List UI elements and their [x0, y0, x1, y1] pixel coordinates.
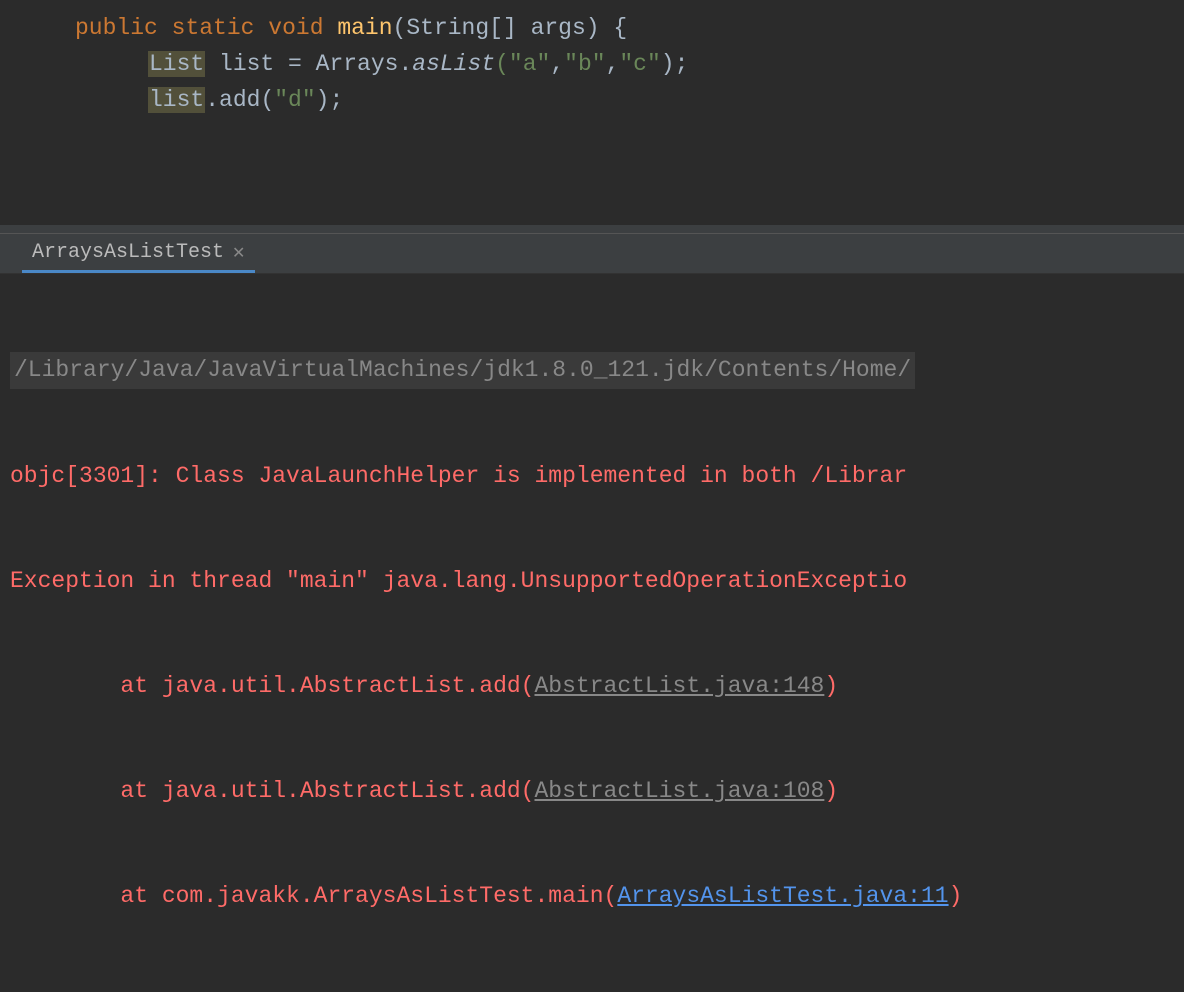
method-name: main	[337, 15, 392, 41]
command-path: /Library/Java/JavaVirtualMachines/jdk1.8…	[10, 352, 915, 389]
code-editor[interactable]: public static void main(String[] args) {…	[0, 0, 1184, 225]
code-line-2: List list = Arrays.asList("a","b","c");	[0, 46, 1184, 82]
console-output[interactable]: /Library/Java/JavaVirtualMachines/jdk1.8…	[0, 274, 1184, 992]
close-icon[interactable]: ✕	[232, 243, 245, 263]
stack-trace-2: at java.util.AbstractList.add(AbstractLi…	[10, 774, 1184, 809]
stack-trace-1: at java.util.AbstractList.add(AbstractLi…	[10, 669, 1184, 704]
code-line-1: public static void main(String[] args) {	[0, 10, 1184, 46]
console-tab-bar: ArraysAsListTest ✕	[0, 233, 1184, 274]
tab-label: ArraysAsListTest	[32, 241, 224, 264]
args-abc: ("a","b","c");	[495, 51, 688, 77]
code-line-3: list.add("d");	[0, 82, 1184, 118]
stack-link-2[interactable]: AbstractList.java:108	[535, 778, 825, 804]
keyword-static: static	[172, 15, 255, 41]
pane-divider[interactable]	[0, 225, 1184, 233]
method-add: .add	[205, 87, 260, 113]
keyword-void: void	[268, 15, 323, 41]
param-decl: String[] args	[406, 15, 585, 41]
args-d: ("d");	[260, 87, 343, 113]
stack-link-1[interactable]: AbstractList.java:148	[535, 673, 825, 699]
var-list: list	[148, 87, 205, 113]
console-err-line-1: objc[3301]: Class JavaLaunchHelper is im…	[10, 459, 1184, 494]
paren-open: (	[393, 15, 407, 41]
console-err-line-2: Exception in thread "main" java.lang.Uns…	[10, 564, 1184, 599]
keyword-public: public	[75, 15, 158, 41]
type-list: List	[148, 51, 205, 77]
static-method-call: asList	[412, 51, 495, 77]
stack-link-3[interactable]: ArraysAsListTest.java:11	[617, 883, 948, 909]
console-panel: ArraysAsListTest ✕ /Library/Java/JavaVir…	[0, 233, 1184, 992]
console-cmd-line: /Library/Java/JavaVirtualMachines/jdk1.8…	[10, 352, 1184, 389]
run-config-tab[interactable]: ArraysAsListTest ✕	[22, 237, 255, 273]
paren-close-brace: ) {	[586, 15, 627, 41]
stack-trace-3: at com.javakk.ArraysAsListTest.main(Arra…	[10, 879, 1184, 914]
var-assign: list = Arrays.	[205, 51, 412, 77]
